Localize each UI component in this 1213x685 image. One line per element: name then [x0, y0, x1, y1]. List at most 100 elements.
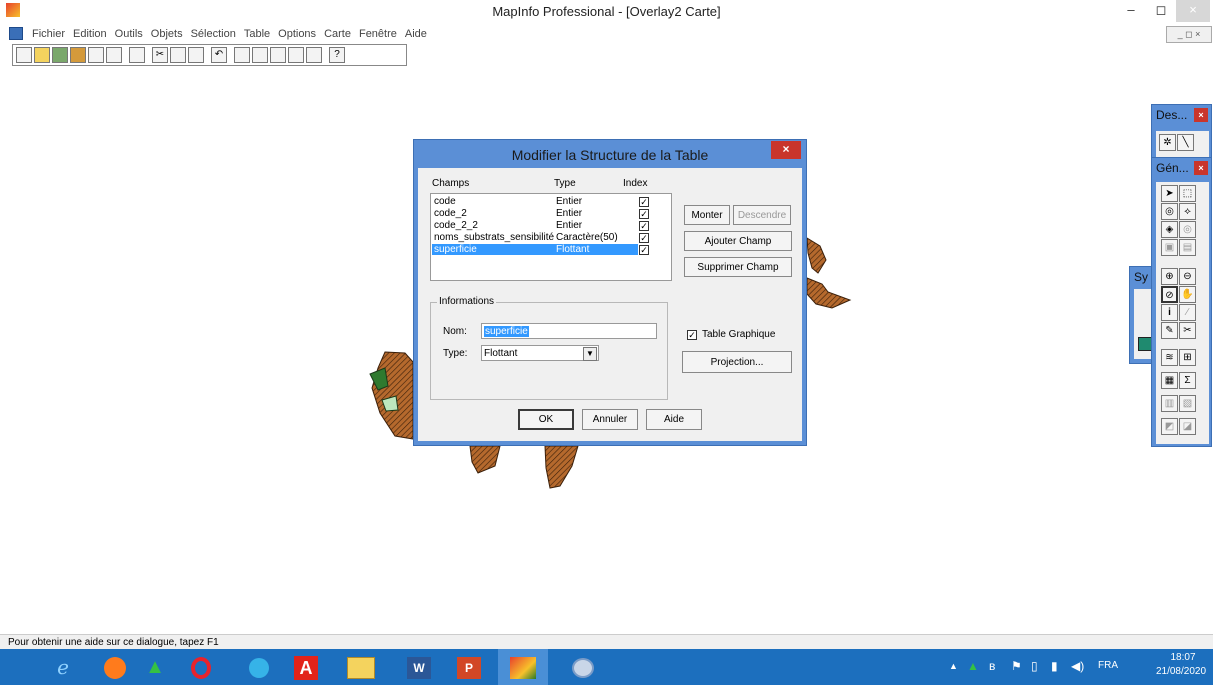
- new-grapher-icon[interactable]: [270, 47, 286, 63]
- language-indicator[interactable]: FRA: [1098, 660, 1118, 671]
- menu-carte[interactable]: Carte: [320, 24, 355, 44]
- marquee-select-icon[interactable]: ⬚: [1179, 185, 1196, 202]
- chevron-up-icon[interactable]: ▲: [949, 661, 958, 671]
- save-icon[interactable]: [88, 47, 104, 63]
- general-palette-close-icon[interactable]: ×: [1194, 161, 1208, 175]
- ok-button[interactable]: OK: [518, 409, 574, 430]
- label-tool-icon[interactable]: ✎: [1161, 322, 1178, 339]
- menu-options[interactable]: Options: [274, 24, 320, 44]
- paste-icon[interactable]: [188, 47, 204, 63]
- save-workspace-icon[interactable]: [106, 47, 122, 63]
- index-checkbox[interactable]: ✓: [639, 221, 649, 231]
- clock-date[interactable]: 21/08/2020: [1151, 666, 1211, 677]
- legend-icon[interactable]: ▦: [1161, 372, 1178, 389]
- type-select[interactable]: Flottant ▼: [481, 345, 599, 361]
- index-checkbox[interactable]: ✓: [639, 197, 649, 207]
- cancel-button[interactable]: Annuler: [582, 409, 638, 430]
- delete-field-button[interactable]: Supprimer Champ: [684, 257, 792, 277]
- set-target-icon[interactable]: ▧: [1179, 395, 1196, 412]
- info-tool-icon[interactable]: i: [1161, 304, 1178, 321]
- unselect-icon[interactable]: ◎: [1179, 221, 1196, 238]
- field-row[interactable]: code_2 Entier: [432, 208, 638, 219]
- open-dbms-icon[interactable]: [70, 47, 86, 63]
- menu-fenetre[interactable]: Fenêtre: [355, 24, 401, 44]
- menu-edition[interactable]: Edition: [69, 24, 111, 44]
- new-redistrict-icon[interactable]: [306, 47, 322, 63]
- menu-selection[interactable]: Sélection: [187, 24, 240, 44]
- fill-icon[interactable]: [1138, 337, 1152, 351]
- help-icon[interactable]: ?: [329, 47, 345, 63]
- add-field-button[interactable]: Ajouter Champ: [684, 231, 792, 251]
- new-browser-icon[interactable]: [234, 47, 250, 63]
- nom-input[interactable]: superficie: [481, 323, 657, 339]
- table-graphique-checkbox[interactable]: ✓: [687, 330, 697, 340]
- radius-select-icon[interactable]: ◎: [1161, 203, 1178, 220]
- dessin-palette-close-icon[interactable]: ×: [1194, 108, 1208, 122]
- paint-icon[interactable]: [560, 649, 606, 685]
- menu-fichier[interactable]: Fichier: [28, 24, 69, 44]
- ruler-icon[interactable]: ⊞: [1179, 349, 1196, 366]
- alpine-tray-icon[interactable]: ▲: [967, 659, 979, 673]
- dialog-close-button[interactable]: ×: [771, 141, 801, 159]
- bluetooth-icon[interactable]: ʙ: [989, 659, 995, 673]
- field-row[interactable]: noms_substrats_sensibilité Caractère(50): [432, 232, 638, 243]
- mdi-controls[interactable]: _ ◻ ×: [1166, 26, 1212, 43]
- fields-list[interactable]: code Entier code_2 Entier code_2_2 Entie…: [430, 193, 672, 281]
- menu-aide[interactable]: Aide: [401, 24, 431, 44]
- open-workspace-icon[interactable]: [52, 47, 68, 63]
- drag-window-icon[interactable]: ✂: [1179, 322, 1196, 339]
- sync-icon[interactable]: [236, 649, 282, 685]
- field-row[interactable]: code_2_2 Entier: [432, 220, 638, 231]
- projection-button[interactable]: Projection...: [682, 351, 792, 373]
- acrobat-icon[interactable]: A: [283, 649, 329, 685]
- line-tool-icon[interactable]: ╲: [1177, 134, 1194, 151]
- explorer-icon[interactable]: [338, 649, 384, 685]
- opera-icon[interactable]: [178, 649, 224, 685]
- maximize-button[interactable]: ◻: [1146, 0, 1176, 22]
- polygon-select-icon[interactable]: ⟡: [1179, 203, 1196, 220]
- clip-on-icon[interactable]: ◩: [1161, 418, 1178, 435]
- powerpoint-icon[interactable]: P: [446, 649, 492, 685]
- flag-icon[interactable]: ⚑: [1011, 659, 1022, 673]
- menu-objets[interactable]: Objets: [147, 24, 187, 44]
- boundary-select-icon[interactable]: ◈: [1161, 221, 1178, 238]
- index-checkbox[interactable]: ✓: [639, 233, 649, 243]
- field-row[interactable]: code Entier: [432, 196, 638, 207]
- minimize-button[interactable]: –: [1116, 0, 1146, 22]
- zoom-out-icon[interactable]: ⊖: [1179, 268, 1196, 285]
- device-icon[interactable]: ▯: [1031, 659, 1038, 673]
- descendre-button[interactable]: Descendre: [733, 205, 791, 225]
- index-checkbox[interactable]: ✓: [639, 209, 649, 219]
- layer-control-icon[interactable]: ≋: [1161, 349, 1178, 366]
- select-arrow-icon[interactable]: ➤: [1161, 185, 1178, 202]
- field-row-selected[interactable]: superficie Flottant: [432, 244, 638, 255]
- monter-button[interactable]: Monter: [684, 205, 730, 225]
- print-icon[interactable]: [129, 47, 145, 63]
- index-checkbox[interactable]: ✓: [639, 245, 649, 255]
- clip-off-icon[interactable]: ◪: [1179, 418, 1196, 435]
- general-palette[interactable]: Gén... × ➤ ⬚ ◎ ⟡ ◈ ◎ ▣ ▤ ⊕ ⊖ ⊘ ✋ i ∕ ✎ ✂…: [1151, 157, 1212, 447]
- clock-time[interactable]: 18:07: [1158, 652, 1208, 663]
- graph-select-icon[interactable]: ▤: [1179, 239, 1196, 256]
- new-layout-icon[interactable]: [288, 47, 304, 63]
- open-icon[interactable]: [34, 47, 50, 63]
- word-icon[interactable]: W: [396, 649, 442, 685]
- clip-region-icon[interactable]: ▥: [1161, 395, 1178, 412]
- menu-table[interactable]: Table: [240, 24, 274, 44]
- alpine-icon[interactable]: ▲: [132, 649, 178, 685]
- volume-icon[interactable]: ◀): [1071, 659, 1084, 673]
- new-icon[interactable]: [16, 47, 32, 63]
- invert-select-icon[interactable]: ▣: [1161, 239, 1178, 256]
- network-icon[interactable]: ▮: [1051, 659, 1058, 673]
- cut-icon[interactable]: ✂: [152, 47, 168, 63]
- document-icon[interactable]: [9, 27, 23, 40]
- change-view-icon[interactable]: ⊘: [1161, 286, 1178, 303]
- mapinfo-taskbar-icon[interactable]: [498, 649, 548, 685]
- grabber-icon[interactable]: ✋: [1179, 286, 1196, 303]
- help-button[interactable]: Aide: [646, 409, 702, 430]
- chevron-down-icon[interactable]: ▼: [583, 347, 597, 361]
- symbol-tool-icon[interactable]: ✲: [1159, 134, 1176, 151]
- statistics-icon[interactable]: Σ: [1179, 372, 1196, 389]
- ie-icon[interactable]: e: [40, 649, 86, 685]
- hotlink-icon[interactable]: ∕: [1179, 304, 1196, 321]
